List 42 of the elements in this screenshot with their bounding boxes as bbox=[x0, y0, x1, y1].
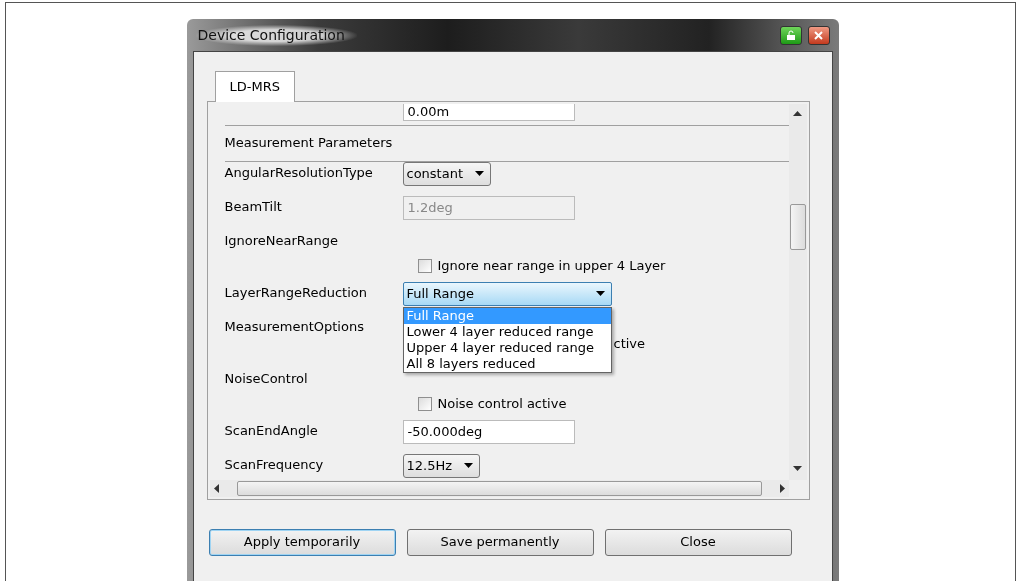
dropdown-option[interactable]: Upper 4 layer reduced range bbox=[403, 339, 611, 356]
field-label: BeamTilt bbox=[224, 197, 283, 216]
close-icon bbox=[814, 30, 823, 40]
section-heading: Measurement Parameters bbox=[224, 134, 393, 153]
field-label: AngularResolutionType bbox=[224, 163, 374, 182]
lock-icon bbox=[785, 30, 796, 40]
scrollbar-thumb[interactable] bbox=[789, 203, 806, 250]
checkbox[interactable] bbox=[417, 258, 432, 273]
tab[interactable]: LD-MRS bbox=[214, 71, 295, 102]
text-field[interactable]: -50.000deg bbox=[402, 419, 575, 444]
checkbox-label: Ignore near range in upper 4 Layer bbox=[437, 257, 666, 275]
window-title: Device Configuration bbox=[195, 24, 357, 46]
up-arrow-icon bbox=[793, 109, 802, 116]
dialog-button[interactable]: Apply temporarily bbox=[208, 528, 396, 556]
dropdown-option[interactable]: Lower 4 layer reduced range bbox=[403, 323, 611, 340]
checkbox[interactable] bbox=[417, 396, 432, 411]
dialog-button[interactable]: Save permanently bbox=[406, 528, 594, 556]
field-label: MeasurementOptions bbox=[224, 317, 365, 336]
checkbox-label: ctive bbox=[613, 335, 646, 353]
dropdown[interactable]: constant bbox=[402, 161, 491, 186]
right-arrow-icon bbox=[779, 483, 786, 493]
checkbox-label: Noise control active bbox=[437, 395, 567, 413]
field-label: ScanFrequency bbox=[224, 455, 325, 474]
down-arrow-icon bbox=[793, 465, 802, 472]
field-label: NoiseControl bbox=[224, 369, 309, 388]
title-bar-button[interactable] bbox=[779, 25, 802, 45]
horizontal-scrollbar[interactable] bbox=[209, 479, 789, 497]
dropdown-arrow-icon bbox=[464, 463, 474, 468]
dropdown[interactable]: Full Range bbox=[402, 281, 612, 306]
dialog-button[interactable]: Close bbox=[604, 528, 792, 556]
field-label: LayerRangeReduction bbox=[224, 283, 368, 302]
close-button[interactable] bbox=[807, 25, 830, 45]
left-arrow-icon bbox=[212, 483, 219, 493]
vertical-scrollbar[interactable] bbox=[788, 103, 807, 480]
field-label: IgnoreNearRange bbox=[224, 231, 340, 250]
dropdown-option[interactable]: All 8 layers reduced bbox=[403, 355, 611, 372]
scrollbar-thumb[interactable] bbox=[236, 480, 762, 496]
dropdown-arrow-icon bbox=[595, 291, 605, 296]
field-label: ScanEndAngle bbox=[224, 421, 319, 440]
dropdown-arrow-icon bbox=[475, 171, 484, 176]
text-field[interactable]: 0.00m bbox=[402, 103, 575, 121]
dropdown[interactable]: 12.5Hz bbox=[402, 453, 481, 478]
